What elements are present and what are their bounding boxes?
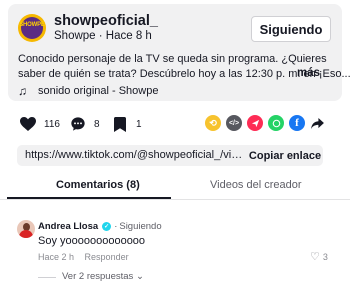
comment-count: 8 [94,118,100,130]
copy-link-bar: https://www.tiktok.com/@showpeoficial_/v… [17,145,323,166]
action-bar: 116 8 1 ⟲ </> f [0,112,350,136]
caption-more-link[interactable]: más [297,67,320,79]
comment-following-label: Siguiendo [119,221,162,232]
comment-time: Hace 2 h [38,252,75,262]
post-time: Hace 8 h [105,30,152,42]
caption-line-2: saber de quién se trata? Descúbrelo hoy … [18,68,350,80]
author-avatar[interactable]: SHOWPE [18,14,46,42]
whatsapp-icon[interactable] [268,115,284,131]
comment-author-avatar[interactable] [17,220,35,238]
meta-separator: · [95,30,106,42]
share-arrow-icon[interactable] [309,115,325,131]
like-count: 116 [44,118,60,130]
comment-like-button[interactable]: ♡ 3 [310,250,328,263]
reply-button[interactable]: Responder [85,252,129,262]
comments-tabs: Comentarios (8) Videos del creador [0,176,350,200]
heart-icon [18,114,38,134]
post-caption: Conocido personaje de la TV se queda sin… [18,52,350,82]
avatar-shirt [19,230,33,238]
view-replies-label: Ver 2 respuestas [62,271,134,282]
comment-bubble-icon [68,114,88,134]
save-count: 1 [136,118,142,130]
post-header-card: SHOWPE showpeoficial_ Showpe · Hace 8 h … [8,4,350,101]
chevron-down-icon: ⌄ [135,271,144,282]
comment-separator: · [114,221,118,232]
author-name: Showpe [54,30,96,42]
embed-icon[interactable]: </> [226,115,242,131]
comment-author-row: Andrea Llosa ✓ · Siguiendo [38,221,162,232]
avatar-logo-text: SHOWPE [19,22,45,28]
heart-outline-icon: ♡ [310,251,320,263]
replies-divider [38,277,56,278]
following-button[interactable]: Siguiendo [251,16,331,42]
video-url[interactable]: https://www.tiktok.com/@showpeoficial_/v… [25,149,247,161]
tab-creator-videos[interactable]: Videos del creador [210,179,302,191]
facebook-icon[interactable]: f [289,115,305,131]
view-replies-button[interactable]: Ver 2 respuestas ⌄ [62,271,144,282]
comment-meta: Hace 2 h Responder [38,252,129,262]
save-action[interactable]: 1 [110,114,142,134]
comment-author-name[interactable]: Andrea Llosa [38,221,98,232]
avatar-inner [21,17,43,39]
tiktok-send-icon[interactable] [247,115,263,131]
post-meta: Showpe · Hace 8 h [54,30,152,42]
comment-like-count: 3 [322,251,328,262]
repost-icon[interactable]: ⟲ [205,115,221,131]
active-tab-indicator [7,197,171,199]
music-note-icon: ♫ [18,84,27,98]
comment-text: Soy yooooooooooooo [38,235,146,247]
comment-action[interactable]: 8 [68,114,100,134]
tab-comments[interactable]: Comentarios (8) [56,179,140,191]
verified-badge-icon: ✓ [102,222,112,231]
sound-label: sonido original - Showpe [38,85,159,97]
sound-link[interactable]: ♫ sonido original - Showpe [18,84,158,98]
caption-line-1: Conocido personaje de la TV se queda sin… [18,53,327,65]
copy-link-button[interactable]: Copiar enlace [247,145,323,166]
bookmark-icon [110,114,130,134]
like-action[interactable]: 116 [18,114,60,134]
author-username[interactable]: showpeoficial_ [54,13,158,29]
